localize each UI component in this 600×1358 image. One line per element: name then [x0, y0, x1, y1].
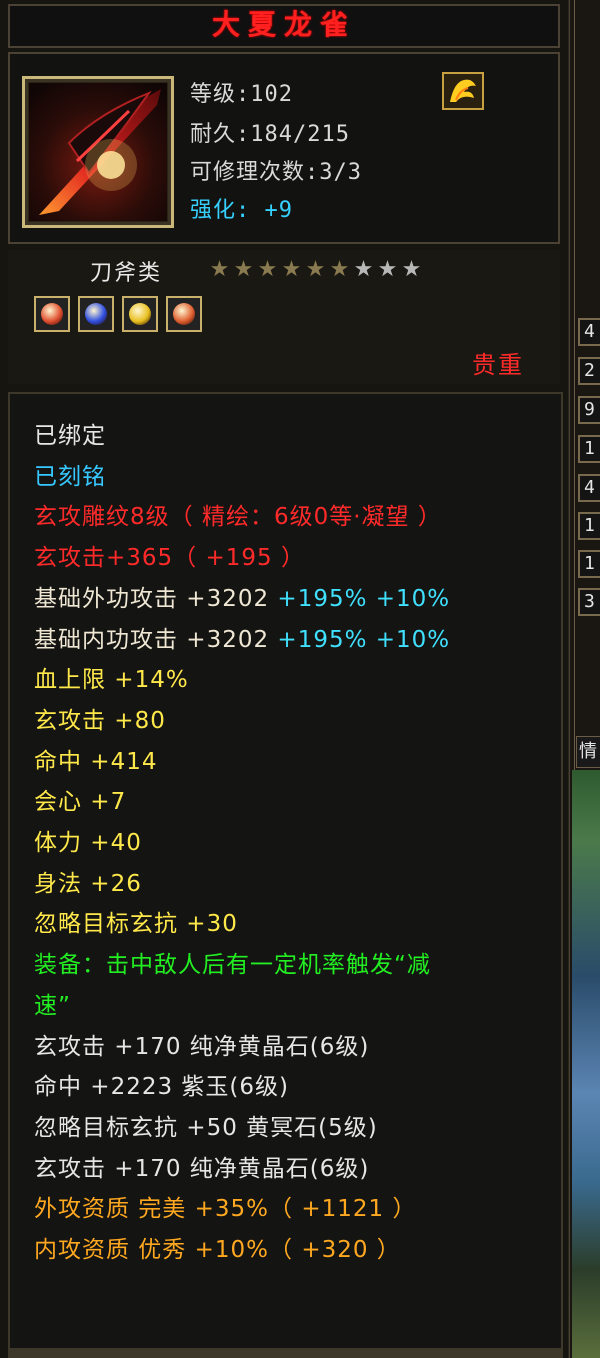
attribute-line: 内攻资质 优秀 +10%（ +320 ）	[34, 1230, 401, 1264]
attribute-text: 玄攻击 +170 纯净黄晶石(6级)	[34, 1155, 370, 1182]
side-slot[interactable]: 1	[578, 435, 600, 463]
side-slot[interactable]: 2	[578, 357, 600, 385]
star-filled-icon: ★	[305, 257, 326, 282]
side-slot[interactable]: 9	[578, 396, 600, 424]
star-filled-icon: ★	[233, 257, 254, 282]
blue-orb-gem-icon[interactable]	[78, 296, 114, 332]
item-title-bar: 大夏龙雀	[8, 4, 560, 48]
red-orb-gem-icon[interactable]	[166, 296, 202, 332]
attribute-line: 基础外功攻击 +3202 +195% +10%	[34, 579, 450, 613]
star-filled-icon: ★	[329, 257, 350, 282]
attribute-list: 已绑定已刻铭玄攻雕纹8级（ 精绘：6级0等·凝望 ） 玄攻击+365（ +195 …	[8, 392, 563, 1350]
attribute-line: 身法 +26	[34, 864, 142, 898]
attribute-text: 忽略目标玄抗 +30	[34, 911, 238, 938]
socket-gems	[34, 296, 210, 336]
flame-badge-icon[interactable]	[442, 72, 484, 110]
attribute-text: 装备：击中敌人后有一定机率触发“减	[34, 952, 431, 979]
item-info-box: 等级:102 耐久:184/215 可修理次数:3/3 强化: +9	[8, 52, 560, 244]
attribute-bonus: +195% +10%	[269, 585, 451, 612]
side-panel: 4 2 9 1 4 1 1 3 情	[568, 0, 600, 1358]
star-empty-icon: ★	[353, 257, 374, 282]
attribute-line: 玄攻击 +170 纯净黄晶石(6级)	[34, 1149, 369, 1183]
attribute-line: 忽略目标玄抗 +30	[34, 904, 238, 938]
attribute-text: 玄攻击 +170 纯净黄晶石(6级)	[34, 1033, 370, 1060]
side-label[interactable]: 情	[576, 736, 600, 768]
item-rarity: 贵重	[472, 351, 524, 379]
side-slot[interactable]: 1	[578, 550, 600, 578]
item-level: 等级:102	[190, 82, 293, 107]
attribute-line: 玄攻击 +80	[34, 701, 166, 735]
attribute-line: 玄攻击+365（ +195 ）	[34, 538, 305, 572]
attribute-text: 体力 +40	[34, 830, 142, 856]
attribute-text: 已刻铭	[34, 463, 106, 490]
attribute-line: 已刻铭	[34, 457, 106, 491]
attribute-line: 命中 +414	[34, 742, 157, 776]
blade-weapon-icon	[29, 83, 167, 221]
red-orb-gem-icon[interactable]	[34, 296, 70, 332]
attribute-text: 已绑定	[34, 423, 106, 449]
attribute-line: 速”	[34, 986, 71, 1020]
item-category: 刀斧类	[90, 261, 163, 286]
star-filled-icon: ★	[209, 257, 230, 282]
attribute-line: 玄攻击 +170 纯净黄晶石(6级)	[34, 1027, 369, 1061]
panel-bottom-edge	[8, 1350, 563, 1358]
item-repair-count: 可修理次数:3/3	[190, 160, 362, 185]
attribute-text: 玄攻击 +80	[34, 707, 166, 734]
attribute-text: 速”	[34, 992, 71, 1019]
attribute-line: 外攻资质 完美 +35%（ +1121 ）	[34, 1189, 416, 1223]
item-enhance: 强化: +9	[190, 198, 293, 223]
attribute-text: 内攻资质 优秀 +10%（ +320 ）	[34, 1237, 401, 1263]
attribute-line: 会心 +7	[34, 782, 126, 816]
side-slot[interactable]: 1	[578, 512, 600, 540]
attribute-text: 基础内功攻击 +3202	[34, 626, 270, 653]
attribute-line: 忽略目标玄抗 +50 黄冥石(5级)	[34, 1108, 378, 1142]
attribute-text: 命中 +414	[34, 748, 158, 775]
yellow-orb-gem-icon[interactable]	[122, 296, 158, 332]
star-filled-icon: ★	[281, 257, 302, 282]
attribute-text: 玄攻击+365（ +195 ）	[34, 545, 305, 572]
attribute-text: 身法 +26	[34, 870, 142, 897]
side-slot[interactable]: 3	[578, 588, 600, 616]
attribute-line: 基础内功攻击 +3202 +195% +10%	[34, 620, 450, 654]
attribute-line: 已绑定	[34, 416, 106, 450]
attribute-line: 命中 +2223 紫玉(6级)	[34, 1067, 289, 1101]
attribute-text: 忽略目标玄抗 +50 黄冥石(5级)	[34, 1114, 378, 1141]
star-empty-icon: ★	[401, 257, 422, 282]
item-tooltip-panel: 大夏龙雀 等级:102 耐久:184/215 可修理次数:3/3 强化: +9 …	[0, 0, 569, 1358]
attribute-text: 基础外功攻击 +3202	[34, 585, 270, 612]
attribute-line: 装备：击中敌人后有一定机率触发“减	[34, 945, 431, 979]
star-rating: ★ ★ ★ ★ ★ ★ ★ ★ ★	[208, 258, 424, 281]
star-filled-icon: ★	[257, 257, 278, 282]
star-empty-icon: ★	[377, 257, 398, 282]
attribute-text: 会心 +7	[34, 789, 127, 816]
item-icon-frame[interactable]	[22, 76, 174, 228]
side-slot[interactable]: 4	[578, 318, 600, 346]
game-scene[interactable]	[572, 770, 600, 1358]
attribute-line: 血上限 +14%	[34, 660, 189, 694]
attribute-text: 命中 +2223 紫玉(6级)	[34, 1074, 290, 1101]
attribute-text: 血上限 +14%	[34, 667, 189, 694]
item-durability: 耐久:184/215	[190, 122, 350, 147]
attribute-line: 体力 +40	[34, 823, 142, 857]
attribute-bonus: +195% +10%	[269, 626, 451, 653]
attribute-line: 玄攻雕纹8级（ 精绘：6级0等·凝望 ）	[34, 497, 442, 531]
attribute-text: 外攻资质 完美 +35%（ +1121 ）	[34, 1196, 417, 1223]
side-slot[interactable]: 4	[578, 474, 600, 502]
attribute-text: 玄攻雕纹8级（ 精绘：6级0等·凝望 ）	[34, 504, 442, 531]
item-name: 大夏龙雀	[211, 10, 356, 41]
